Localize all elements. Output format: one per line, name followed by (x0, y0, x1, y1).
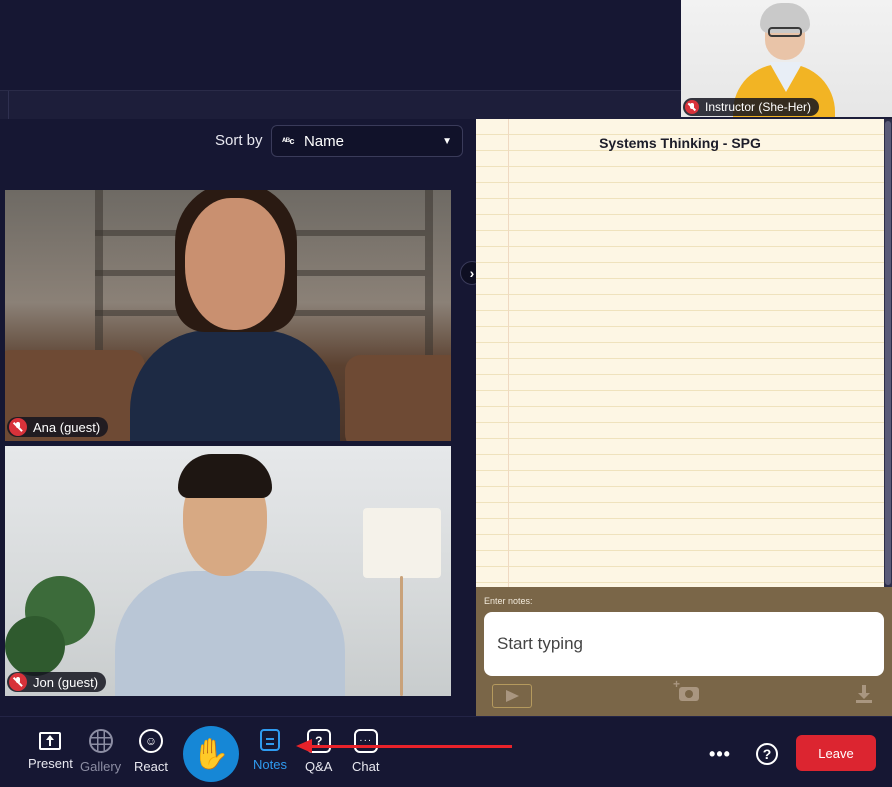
jon-name-tag: Jon (guest) (7, 672, 107, 692)
ana-name: Ana (guest) (33, 419, 101, 435)
notes-label: Notes (253, 757, 287, 772)
smiley-icon: ☺ (138, 729, 163, 753)
send-note-button[interactable] (492, 684, 532, 708)
enter-notes-label: Enter notes: (484, 596, 533, 606)
help-button[interactable]: ? (756, 743, 778, 765)
chevron-down-icon: ▼ (442, 135, 452, 147)
qa-label: Q&A (305, 759, 333, 774)
chat-label: Chat (352, 759, 380, 774)
mic-off-icon (9, 418, 27, 436)
sort-selected-value: Name (303, 132, 344, 150)
add-photo-icon[interactable] (673, 677, 699, 701)
sort-dropdown[interactable]: ᴬᴮc Name ▼ (271, 125, 463, 157)
instructor-name: Instructor (She-Her) (705, 100, 812, 114)
download-icon[interactable] (856, 685, 872, 703)
send-icon (505, 690, 519, 702)
notes-title: Systems Thinking - SPG (599, 135, 761, 151)
notes-editor: Enter notes: (476, 587, 892, 716)
leave-button[interactable]: Leave (796, 735, 876, 771)
chevron-right-icon: › (469, 265, 475, 281)
instructor-video[interactable]: Instructor (She-Her) (681, 0, 892, 117)
annotation-arrow-head-icon (296, 739, 312, 753)
ana-face (185, 198, 285, 330)
gallery-label: Gallery (80, 759, 122, 774)
jon-name: Jon (guest) (33, 674, 99, 690)
present-button[interactable]: Present (28, 729, 73, 771)
ana-name-tag: Ana (guest) (7, 417, 109, 437)
ana-shirt (130, 330, 340, 441)
raise-hand-button[interactable]: ✋ (183, 726, 239, 782)
jon-shirt (115, 571, 345, 696)
more-options-button[interactable]: ••• (706, 740, 734, 768)
notes-panel: Systems Thinking - SPG Enter notes: (476, 119, 892, 716)
abc-sort-icon: ᴬᴮc (282, 136, 294, 146)
chat-icon: ··· (353, 729, 378, 753)
participant-video-ana[interactable]: Ana (guest) (5, 190, 451, 441)
participant-video-jon[interactable]: Jon (guest) (5, 446, 451, 696)
notes-paper[interactable] (476, 119, 884, 587)
notes-icon (259, 729, 280, 751)
notes-margin-line (508, 119, 509, 587)
gallery-icon (88, 729, 113, 753)
present-icon (39, 732, 62, 750)
present-label: Present (28, 756, 73, 771)
help-icon: ? (762, 746, 772, 762)
notes-scrollbar[interactable] (884, 119, 892, 587)
sort-label: Sort by (215, 132, 263, 149)
mic-off-icon (685, 100, 699, 114)
chat-button[interactable]: ··· Chat (352, 729, 379, 774)
gallery-button[interactable]: Gallery (80, 729, 121, 774)
mic-off-icon (9, 673, 27, 691)
notes-button[interactable]: Notes (253, 729, 287, 772)
notes-input[interactable] (484, 612, 884, 676)
react-button[interactable]: ☺ React (134, 729, 168, 774)
instructor-name-tag: Instructor (She-Her) (683, 98, 820, 116)
ellipsis-icon: ••• (709, 743, 731, 764)
instructor-glasses (768, 27, 802, 37)
raise-hand-icon: ✋ (192, 737, 230, 771)
annotation-arrow-line (310, 745, 512, 748)
react-label: React (134, 759, 168, 774)
